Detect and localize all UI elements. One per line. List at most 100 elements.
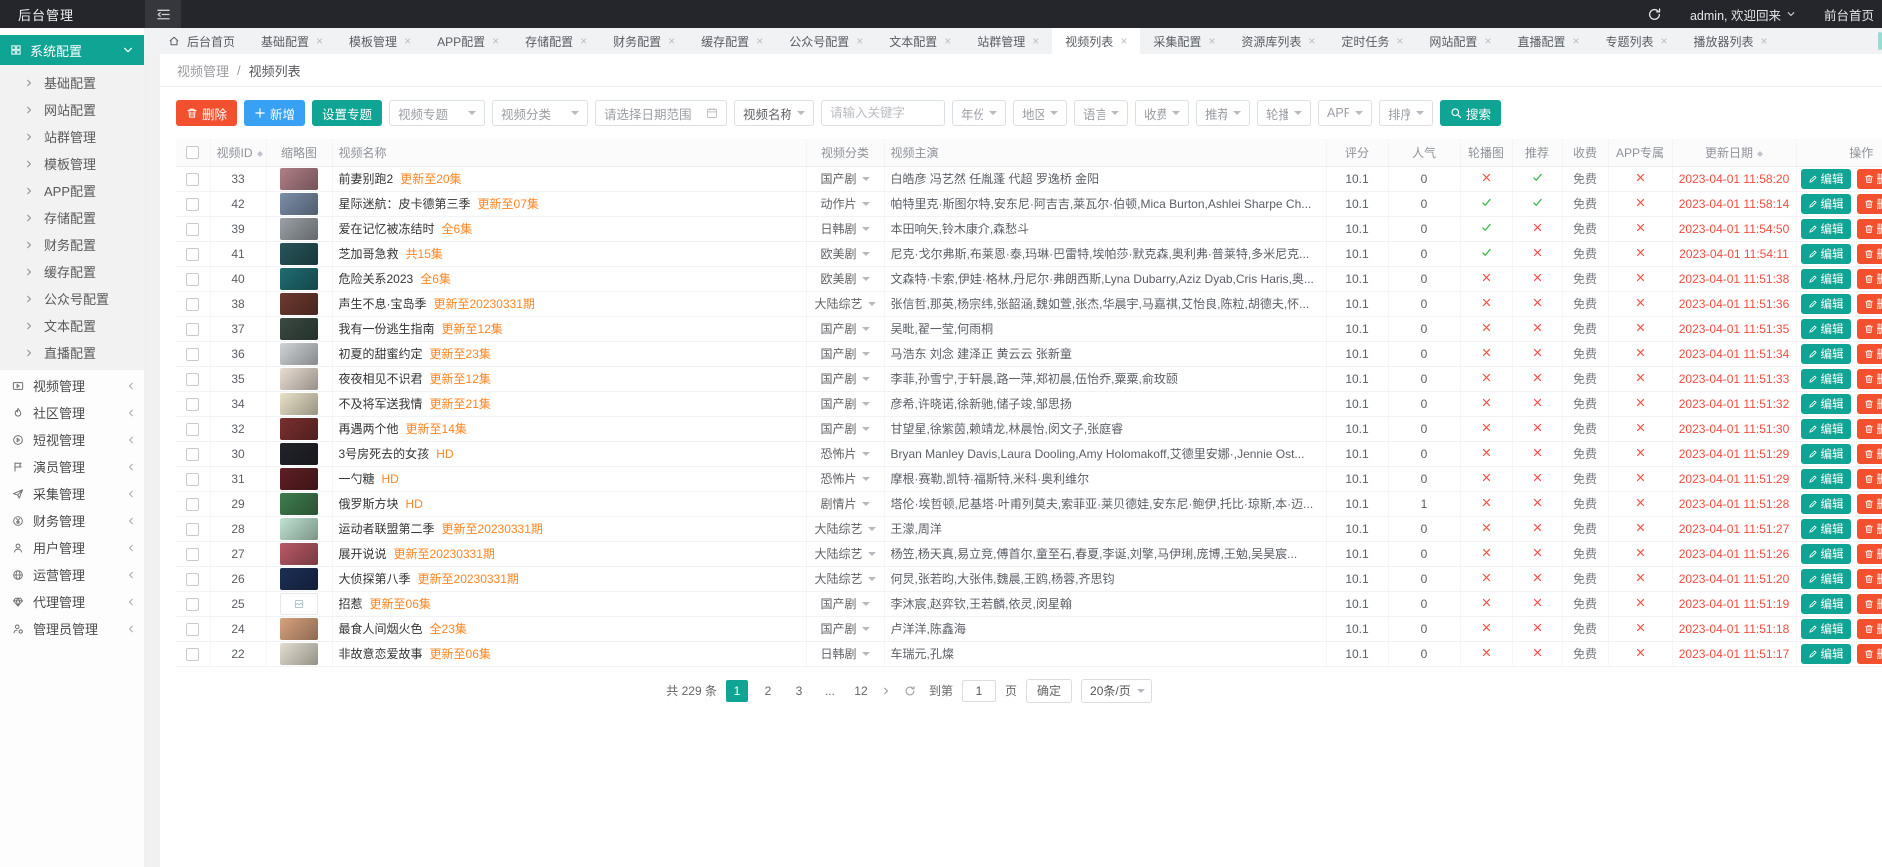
page-number-3[interactable]: 3 (788, 680, 810, 702)
confirm-button[interactable]: 确定 (1026, 679, 1072, 703)
edit-button[interactable]: 编辑 (1801, 369, 1851, 389)
row-delete-button[interactable]: 删除 (1857, 219, 1882, 239)
carousel-flag-cell[interactable] (1460, 566, 1512, 591)
tab-模板管理[interactable]: 模板管理× (336, 28, 424, 54)
carousel-flag-cell[interactable] (1460, 291, 1512, 316)
recommend-flag-cell[interactable] (1512, 266, 1562, 291)
category-select[interactable]: 剧情片 (820, 495, 869, 512)
row-delete-button[interactable]: 删除 (1857, 519, 1882, 539)
row-delete-button[interactable]: 删除 (1857, 494, 1882, 514)
video-name[interactable]: 3号房死去的女孩 (339, 447, 430, 461)
tab-close-icon[interactable]: × (492, 35, 499, 47)
carousel-flag-cell[interactable] (1460, 441, 1512, 466)
row-delete-button[interactable]: 删除 (1857, 644, 1882, 664)
sidebar-item-采集管理[interactable]: 采集管理 (0, 480, 144, 507)
row-checkbox[interactable] (186, 173, 199, 186)
tab-视频列表[interactable]: 视频列表× (1052, 28, 1140, 54)
filter-select-收费[interactable]: 收费 (1135, 100, 1189, 126)
sidebar-item-运营管理[interactable]: 运营管理 (0, 561, 144, 588)
video-name[interactable]: 芝加哥急救 (339, 247, 399, 261)
tab-close-icon[interactable]: × (1661, 35, 1668, 47)
edit-button[interactable]: 编辑 (1801, 444, 1851, 464)
app-exclusive-cell[interactable] (1608, 341, 1672, 366)
row-delete-button[interactable]: 删除 (1857, 269, 1882, 289)
edit-button[interactable]: 编辑 (1801, 494, 1851, 514)
row-delete-button[interactable]: 删除 (1857, 619, 1882, 639)
sidebar-subitem-APP配置[interactable]: APP配置 (0, 177, 144, 204)
carousel-flag-cell[interactable] (1460, 641, 1512, 666)
app-exclusive-cell[interactable] (1608, 266, 1672, 291)
recommend-flag-cell[interactable] (1512, 166, 1562, 191)
video-name[interactable]: 不及将军送我情 (339, 397, 423, 411)
sidebar-subitem-网站配置[interactable]: 网站配置 (0, 96, 144, 123)
video-name[interactable]: 前妻别跑2 (339, 172, 394, 186)
tab-缓存配置[interactable]: 缓存配置× (688, 28, 776, 54)
tab-APP配置[interactable]: APP配置× (424, 28, 512, 54)
row-checkbox[interactable] (186, 298, 199, 311)
carousel-flag-cell[interactable] (1460, 466, 1512, 491)
app-exclusive-cell[interactable] (1608, 516, 1672, 541)
carousel-flag-cell[interactable] (1460, 266, 1512, 291)
recommend-flag-cell[interactable] (1512, 491, 1562, 516)
tab-close-icon[interactable]: × (404, 35, 411, 47)
recommend-flag-cell[interactable] (1512, 191, 1562, 216)
category-select[interactable]: 大陆综艺 (814, 545, 875, 562)
category-select[interactable]: 国产剧 (820, 420, 869, 437)
select-all-checkbox[interactable] (186, 146, 199, 159)
tab-财务配置[interactable]: 财务配置× (600, 28, 688, 54)
tab-存储配置[interactable]: 存储配置× (512, 28, 600, 54)
edit-button[interactable]: 编辑 (1801, 269, 1851, 289)
carousel-flag-cell[interactable] (1460, 591, 1512, 616)
video-name[interactable]: 大侦探第八季 (339, 572, 411, 586)
row-checkbox[interactable] (186, 398, 199, 411)
row-checkbox[interactable] (186, 623, 199, 636)
app-exclusive-cell[interactable] (1608, 166, 1672, 191)
category-select[interactable]: 大陆综艺 (814, 570, 875, 587)
edit-button[interactable]: 编辑 (1801, 469, 1851, 489)
app-exclusive-cell[interactable] (1608, 291, 1672, 316)
row-delete-button[interactable]: 删除 (1857, 594, 1882, 614)
edit-button[interactable]: 编辑 (1801, 294, 1851, 314)
date-range-picker[interactable]: 请选择日期范围 (595, 100, 727, 126)
category-select[interactable]: 恐怖片 (820, 445, 869, 462)
filter-select-APP[interactable]: APP (1318, 100, 1372, 126)
row-checkbox[interactable] (186, 498, 199, 511)
edit-button[interactable]: 编辑 (1801, 619, 1851, 639)
carousel-flag-cell[interactable] (1460, 491, 1512, 516)
row-delete-button[interactable]: 删除 (1857, 169, 1882, 189)
tab-网站配置[interactable]: 网站配置× (1416, 28, 1504, 54)
recommend-flag-cell[interactable] (1512, 391, 1562, 416)
category-select[interactable]: 日韩剧 (820, 645, 869, 662)
sidebar-subitem-站群管理[interactable]: 站群管理 (0, 123, 144, 150)
edit-button[interactable]: 编辑 (1801, 344, 1851, 364)
app-exclusive-cell[interactable] (1608, 191, 1672, 216)
tab-后台首页[interactable]: 后台首页 (155, 28, 248, 54)
row-checkbox[interactable] (186, 598, 199, 611)
sidebar-subitem-直播配置[interactable]: 直播配置 (0, 339, 144, 366)
recommend-flag-cell[interactable] (1512, 291, 1562, 316)
edit-button[interactable]: 编辑 (1801, 194, 1851, 214)
app-exclusive-cell[interactable] (1608, 391, 1672, 416)
recommend-flag-cell[interactable] (1512, 641, 1562, 666)
tab-close-icon[interactable]: × (1484, 35, 1491, 47)
keyword-input[interactable] (821, 100, 945, 126)
tab-close-icon[interactable]: × (756, 35, 763, 47)
category-select[interactable]: 国产剧 (820, 370, 869, 387)
edit-button[interactable]: 编辑 (1801, 394, 1851, 414)
video-name[interactable]: 非故意恋爱故事 (339, 647, 423, 661)
recommend-flag-cell[interactable] (1512, 316, 1562, 341)
video-name[interactable]: 招惹 (339, 597, 363, 611)
refresh-icon[interactable] (1647, 7, 1662, 22)
category-select[interactable]: 大陆综艺 (814, 520, 875, 537)
category-select[interactable]: 大陆综艺 (814, 295, 875, 312)
edit-button[interactable]: 编辑 (1801, 419, 1851, 439)
row-delete-button[interactable]: 删除 (1857, 569, 1882, 589)
tab-播放器列表[interactable]: 播放器列表× (1681, 28, 1781, 54)
category-select[interactable]: 国产剧 (820, 395, 869, 412)
sidebar-item-短视管理[interactable]: 短视管理 (0, 426, 144, 453)
row-checkbox[interactable] (186, 248, 199, 261)
video-topic-select[interactable]: 视频专题 (389, 100, 485, 126)
video-name[interactable]: 俄罗斯方块 (339, 497, 399, 511)
video-name[interactable]: 星际迷航：皮卡德第三季 (339, 197, 471, 211)
carousel-flag-cell[interactable] (1460, 416, 1512, 441)
